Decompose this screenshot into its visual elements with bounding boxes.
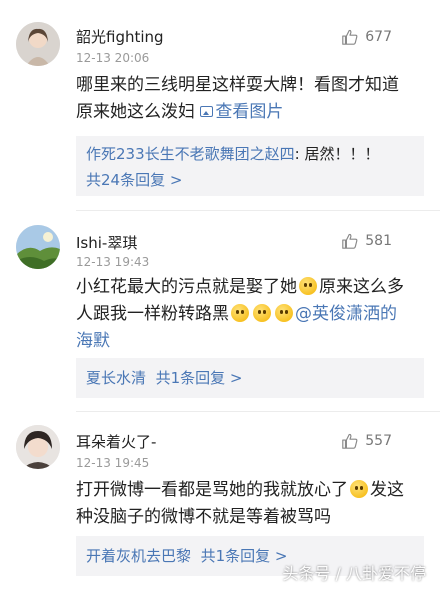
smiley-emoji-icon — [299, 277, 317, 295]
smiley-emoji-icon — [231, 304, 249, 322]
thumbs-up-icon — [342, 29, 358, 45]
timestamp: 12-13 19:45 — [76, 456, 150, 470]
reply-text: : 居然！！！ — [294, 145, 380, 163]
username[interactable]: 韶光fighting — [76, 26, 164, 47]
like-count: 557 — [365, 433, 392, 449]
comment-text: 小红花最大的污点就是娶了她 原来这么多 人跟我一样粉转路黑 @英俊潇洒的 海默 — [76, 274, 426, 355]
reply-preview[interactable]: 作死233长生不老歌舞团之赵四: 居然！！！ 共24条回复 > — [76, 136, 424, 196]
comment-text-line: 发这 — [370, 480, 404, 500]
comment-text-line: 哪里来的三线明星这样耍大牌！看图才知道 — [76, 75, 399, 95]
comment-text-line: 人跟我一样粉转路黑 — [76, 304, 229, 324]
comment-text: 哪里来的三线明星这样耍大牌！看图才知道 原来她这么泼妇 查看图片 — [76, 72, 426, 126]
divider — [76, 210, 440, 211]
reply-preview[interactable]: 夏长水清 共1条回复 > — [76, 358, 424, 398]
thumbs-up-icon — [342, 233, 358, 249]
comment-text-line: 种没脑子的微博不就是等着被骂吗 — [76, 507, 331, 527]
avatar[interactable] — [16, 22, 60, 66]
view-replies-link[interactable]: 共1条回复 > — [156, 369, 243, 387]
view-image-label: 查看图片 — [215, 102, 284, 122]
view-replies-link[interactable]: 共1条回复 > — [201, 547, 288, 565]
avatar[interactable] — [16, 425, 60, 469]
avatar-landscape-icon — [16, 225, 60, 269]
smiley-emoji-icon — [253, 304, 271, 322]
comment-text-line: 原来她这么泼妇 — [76, 102, 195, 122]
username[interactable]: Ishi-翠琪 — [76, 232, 137, 253]
reply-line: 作死233长生不老歌舞团之赵四: 居然！！！ — [86, 141, 414, 167]
avatar[interactable] — [16, 225, 60, 269]
like-count: 581 — [365, 233, 392, 249]
comment-text-line: 打开微博一看都是骂她的我就放心了 — [76, 480, 348, 500]
view-image-link[interactable]: 查看图片 — [200, 102, 283, 122]
like-button[interactable]: 557 — [341, 432, 392, 450]
like-button[interactable]: 581 — [341, 232, 392, 250]
comment-text-line: 原来这么多 — [319, 277, 404, 297]
avatar-photo-icon — [16, 22, 60, 66]
reply-line: 夏长水清 共1条回复 > — [86, 368, 414, 388]
like-button[interactable]: 677 — [341, 28, 392, 46]
mention-link[interactable]: @英俊潇洒的 — [295, 304, 397, 324]
divider — [76, 411, 440, 412]
username[interactable]: 耳朵着火了- — [76, 431, 156, 452]
reply-author[interactable]: 夏长水清 — [86, 369, 146, 387]
reply-author[interactable]: 开着灰机去巴黎 — [86, 547, 191, 565]
comment-text-line: 小红花最大的污点就是娶了她 — [76, 277, 297, 297]
like-count: 677 — [365, 29, 392, 45]
smiley-emoji-icon — [275, 304, 293, 322]
reply-author[interactable]: 作死233长生不老歌舞团之赵四 — [86, 145, 295, 163]
thumbs-up-icon — [342, 433, 358, 449]
mention-link-continued[interactable]: 海默 — [76, 331, 110, 351]
comment-text: 打开微博一看都是骂她的我就放心了 发这 种没脑子的微博不就是等着被骂吗 — [76, 477, 426, 531]
timestamp: 12-13 19:43 — [76, 255, 150, 269]
timestamp: 12-13 20:06 — [76, 51, 150, 65]
avatar-photo-icon — [16, 425, 60, 469]
view-replies-link[interactable]: 共24条回复 > — [86, 167, 414, 193]
watermark: 头条号 / 八卦爱不停 — [282, 564, 426, 583]
smiley-emoji-icon — [350, 480, 368, 498]
image-icon — [200, 106, 214, 117]
